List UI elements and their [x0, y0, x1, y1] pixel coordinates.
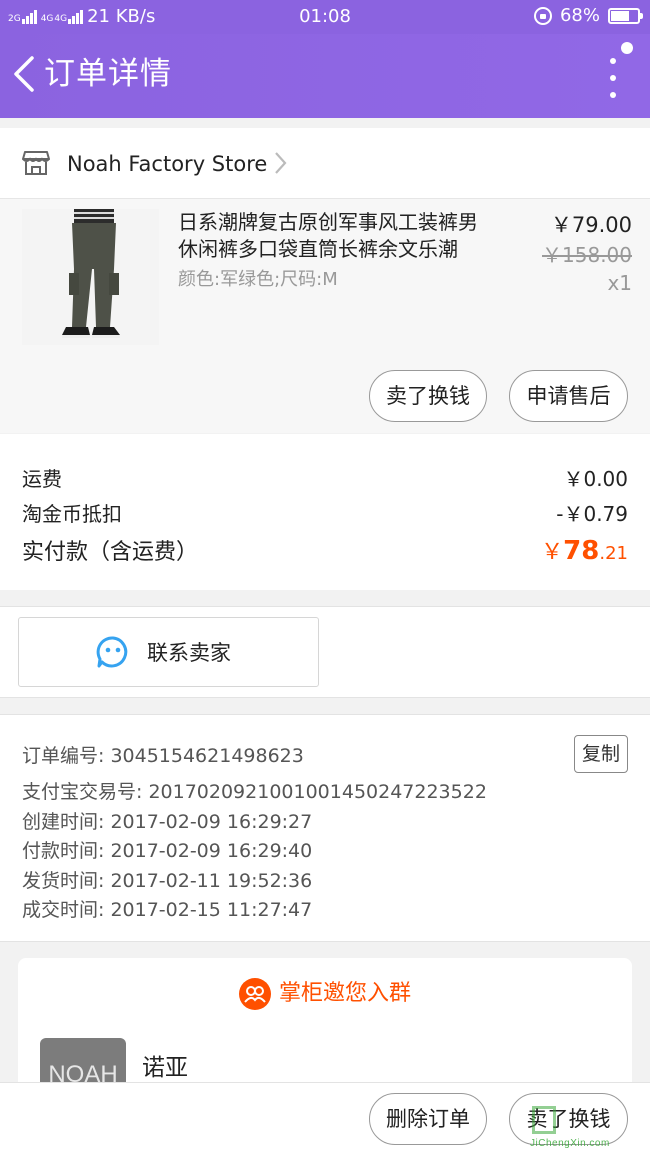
- paid-time: 付款时间: 2017-02-09 16:29:40: [22, 840, 313, 862]
- original-price: ￥158.00: [542, 243, 632, 267]
- group-invite-title: 掌柜邀您入群: [278, 981, 411, 1006]
- status-right: 68%: [533, 5, 643, 26]
- order-info: 订单编号: 3045154621498623 复制 支付宝交易号: 201702…: [0, 714, 650, 942]
- alipay-transaction-number: 支付宝交易号: 2017020921001001450247223522: [22, 781, 487, 803]
- paid-amount-integer: 78: [563, 536, 600, 566]
- paid-amount-value: ￥78.21: [541, 534, 628, 566]
- contact-seller-button[interactable]: 联系卖家: [18, 617, 319, 687]
- paid-amount-decimal: .21: [599, 543, 628, 564]
- resell-button-bottom[interactable]: 卖了换钱: [509, 1093, 628, 1145]
- battery-icon: [608, 7, 643, 24]
- bottom-action-bar: 删除订单 卖了换钱: [0, 1082, 650, 1156]
- product-photo: [22, 209, 159, 345]
- product-sku: 颜色:军绿色;尺码:M: [178, 269, 338, 290]
- contact-seller-label: 联系卖家: [147, 641, 231, 665]
- product-image[interactable]: [22, 209, 159, 345]
- group-invite-heading: 掌柜邀您入群: [18, 978, 632, 1010]
- group-name[interactable]: 诺亚: [142, 1048, 188, 1082]
- page-title: 订单详情: [44, 56, 172, 92]
- coin-discount-label: 淘金币抵扣: [22, 502, 122, 526]
- copy-button[interactable]: 复制: [574, 735, 628, 773]
- back-arrow-icon[interactable]: [10, 54, 40, 94]
- coin-discount-value: -￥0.79: [556, 502, 628, 526]
- rotation-lock-icon: [533, 6, 552, 25]
- more-options-icon[interactable]: [606, 58, 620, 98]
- group-invite-card[interactable]: 掌柜邀您入群 NOAH 诺亚: [18, 958, 632, 1108]
- resell-button[interactable]: 卖了换钱: [369, 370, 487, 422]
- notification-dot: [621, 42, 633, 54]
- paid-amount-label: 实付款（含运费）: [22, 540, 199, 565]
- title-bar: 订单详情: [0, 34, 650, 118]
- store-header[interactable]: Noah Factory Store: [0, 128, 650, 199]
- created-time: 创建时间: 2017-02-09 16:29:27: [22, 811, 313, 833]
- battery-percent: 68%: [559, 5, 600, 26]
- shipped-time: 发货时间: 2017-02-11 19:52:36: [22, 870, 313, 892]
- contact-section: 联系卖家: [0, 606, 650, 698]
- delete-order-button[interactable]: 删除订单: [369, 1093, 487, 1145]
- product-card[interactable]: 日系潮牌复古原创军事风工装裤男休闲裤多口袋直筒长裤余文乐潮 颜色:军绿色;尺码:…: [0, 199, 650, 433]
- product-title[interactable]: 日系潮牌复古原创军事风工装裤男休闲裤多口袋直筒长裤余文乐潮: [178, 209, 496, 263]
- status-bar: 2G 4G 4G 21 KB/s 01:08 68%: [0, 0, 650, 34]
- currency-symbol: ￥: [541, 540, 564, 565]
- fee-summary: 运费 ￥0.00 淘金币抵扣 -￥0.79 实付款（含运费） ￥78.21: [0, 434, 650, 590]
- shop-icon: [22, 151, 50, 175]
- completed-time: 成交时间: 2017-02-15 11:27:47: [22, 899, 313, 921]
- shipping-value: ￥0.00: [563, 467, 628, 491]
- group-icon: [238, 978, 271, 1010]
- chat-bubble-icon: [96, 636, 128, 668]
- after-sale-button[interactable]: 申请售后: [509, 370, 628, 422]
- chevron-right-icon: [275, 152, 287, 174]
- order-number: 订单编号: 3045154621498623: [22, 745, 304, 767]
- shipping-label: 运费: [22, 467, 62, 491]
- store-name[interactable]: Noah Factory Store: [67, 150, 267, 178]
- product-price: ￥79.00: [550, 213, 632, 237]
- product-quantity: x1: [607, 271, 632, 295]
